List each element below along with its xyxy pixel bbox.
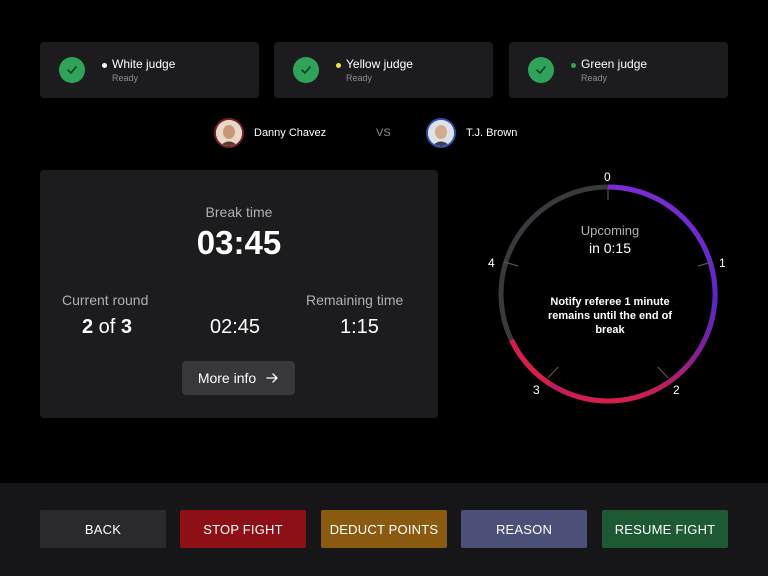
judge-card-white: White judge Ready: [40, 42, 259, 98]
remaining-time-value: 1:15: [340, 316, 379, 338]
resume-fight-button[interactable]: RESUME FIGHT: [602, 510, 728, 548]
judge-card-green: Green judge Ready: [509, 42, 728, 98]
dial-tick-label-2: 2: [673, 383, 680, 397]
judge-color-dot: [102, 63, 107, 68]
judge-status: Ready: [581, 73, 608, 83]
judge-name: White judge: [112, 57, 176, 71]
versus-label: VS: [376, 127, 391, 139]
break-time-value: 03:45: [196, 224, 282, 261]
judge-name: Green judge: [581, 57, 648, 71]
more-info-label: More info: [197, 370, 257, 386]
more-info-button[interactable]: More info: [182, 361, 295, 395]
break-dial: 0 1 2 3 4 Upcoming in 0:15 Notify refere…: [488, 170, 730, 410]
dial-progress-arc-end: [509, 338, 552, 387]
judge-status: Ready: [346, 73, 373, 83]
referee-notice: Notify referee 1 minute remains until th…: [547, 296, 673, 336]
deduct-points-button[interactable]: DEDUCT POINTS: [321, 510, 447, 548]
fighter-avatar-blue: [426, 118, 456, 148]
judge-name: Yellow judge: [346, 57, 413, 71]
remaining-time-label: Remaining time: [306, 292, 404, 308]
arrow-right-icon: [266, 370, 279, 386]
judge-card-yellow: Yellow judge Ready: [274, 42, 493, 98]
fighter-avatar-red: [214, 118, 244, 148]
dial-ring: [498, 184, 718, 404]
check-icon: [59, 57, 85, 83]
break-time-label: Break time: [205, 204, 273, 220]
break-panel: Break time 03:45 Current round 2 of 3 02…: [40, 170, 438, 418]
judge-status: Ready: [112, 73, 139, 83]
upcoming-label: Upcoming: [580, 223, 640, 238]
break-screen: White judge Ready Yellow judge Ready Gre…: [0, 0, 768, 576]
dial-tick: [657, 366, 669, 379]
judge-color-dot: [571, 63, 576, 68]
dial-tick-label-0: 0: [604, 170, 611, 184]
action-bar: BACK STOP FIGHT DEDUCT POINTS REASON RES…: [0, 483, 768, 576]
check-icon: [293, 57, 319, 83]
fighter-name-red: Danny Chavez: [254, 127, 327, 139]
judge-color-dot: [336, 63, 341, 68]
stop-fight-button[interactable]: STOP FIGHT: [180, 510, 306, 548]
back-button[interactable]: BACK: [40, 510, 166, 548]
dial-tick: [547, 366, 559, 379]
upcoming-countdown: in 0:15: [588, 240, 632, 256]
dial-tick-label-1: 1: [719, 256, 726, 270]
reason-button[interactable]: REASON: [461, 510, 587, 548]
dial-tick-label-3: 3: [533, 383, 540, 397]
current-round-label: Current round: [62, 292, 149, 308]
current-round-value: 2 of 3: [82, 316, 133, 338]
check-icon: [528, 57, 554, 83]
elapsed-time-value: 02:45: [210, 316, 261, 338]
dial-tick-label-4: 4: [488, 256, 495, 270]
dial-progress-arc: [509, 184, 718, 404]
fighter-name-blue: T.J. Brown: [466, 127, 518, 139]
